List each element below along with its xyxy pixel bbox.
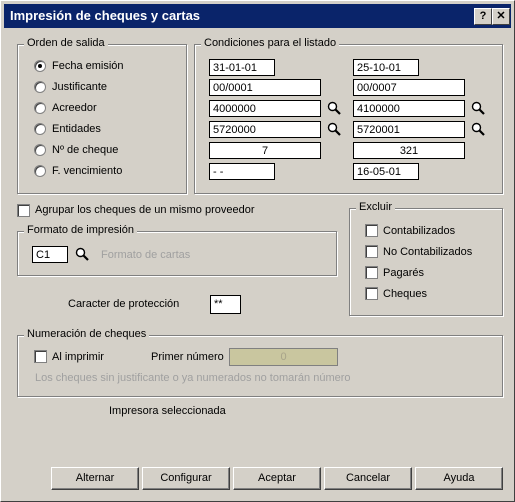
- cheque-hasta-field[interactable]: 321: [353, 142, 465, 159]
- search-icon[interactable]: [327, 122, 341, 136]
- search-icon[interactable]: [471, 101, 485, 115]
- cheque-desde-field[interactable]: 7: [209, 142, 321, 159]
- acreedor-desde-field[interactable]: 4000000: [209, 100, 321, 117]
- cancelar-button[interactable]: Cancelar: [324, 467, 412, 490]
- numeracion-group: Numeración de cheques: [17, 328, 503, 397]
- search-icon[interactable]: [471, 122, 485, 136]
- caracter-field[interactable]: **: [210, 295, 241, 314]
- radio-justificante[interactable]: [34, 81, 46, 93]
- excluir-pagares-checkbox[interactable]: [365, 266, 378, 279]
- excluir-cheques-label: Cheques: [383, 288, 428, 300]
- radio-entidades[interactable]: [34, 123, 46, 135]
- search-icon[interactable]: [327, 101, 341, 115]
- formato-desc: Formato de cartas: [101, 249, 191, 261]
- al-imprimir-label: Al imprimir: [52, 351, 104, 363]
- excluir-pagares-label: Pagarés: [383, 267, 424, 279]
- dialog-window: Impresión de cheques y cartas ? ✕ Orden …: [0, 0, 515, 502]
- excluir-no-contabilizados-label: No Contabilizados: [383, 246, 473, 258]
- title-bar: Impresión de cheques y cartas ? ✕: [4, 4, 511, 28]
- justificante-desde-field[interactable]: 00/0001: [209, 79, 321, 96]
- justificante-hasta-field[interactable]: 00/0007: [353, 79, 465, 96]
- radio-label-f-vencimiento: F. vencimiento: [52, 165, 123, 177]
- agrupar-label: Agrupar los cheques de un mismo proveedo…: [35, 204, 255, 216]
- numeracion-legend: Numeración de cheques: [24, 328, 150, 340]
- excluir-contabilizados-checkbox[interactable]: [365, 224, 378, 237]
- al-imprimir-checkbox[interactable]: [34, 350, 47, 363]
- caracter-label: Caracter de protección: [68, 298, 180, 310]
- excluir-no-contabilizados-checkbox[interactable]: [365, 245, 378, 258]
- radio-fecha-emision[interactable]: [34, 60, 46, 72]
- excluir-legend: Excluir: [356, 201, 396, 213]
- window-title: Impresión de cheques y cartas: [10, 8, 201, 23]
- radio-label-numero-cheque: Nº de cheque: [52, 144, 119, 156]
- orden-salida-legend: Orden de salida: [24, 37, 108, 49]
- primer-numero-field[interactable]: 0: [229, 348, 338, 366]
- search-icon[interactable]: [75, 247, 89, 261]
- radio-label-fecha-emision: Fecha emisión: [52, 60, 124, 72]
- entidad-desde-field[interactable]: 5720000: [209, 121, 321, 138]
- fecha-desde-field[interactable]: 31-01-01: [209, 59, 275, 76]
- radio-acreedor[interactable]: [34, 102, 46, 114]
- fecha-hasta-field[interactable]: 25-10-01: [353, 59, 419, 76]
- excluir-cheques-checkbox[interactable]: [365, 287, 378, 300]
- acreedor-hasta-field[interactable]: 4100000: [353, 100, 465, 117]
- vencimiento-hasta-field[interactable]: 16-05-01: [353, 163, 419, 180]
- close-button[interactable]: ✕: [492, 8, 510, 25]
- agrupar-checkbox[interactable]: [17, 204, 30, 217]
- radio-numero-cheque[interactable]: [34, 144, 46, 156]
- formato-legend: Formato de impresión: [24, 224, 137, 236]
- configurar-button[interactable]: Configurar: [142, 467, 230, 490]
- aceptar-button[interactable]: Aceptar: [233, 467, 321, 490]
- help-button[interactable]: ?: [474, 8, 492, 25]
- impresora-label: Impresora seleccionada: [109, 405, 226, 417]
- formato-code-field[interactable]: C1: [32, 246, 68, 263]
- radio-label-entidades: Entidades: [52, 123, 101, 135]
- condiciones-legend: Condiciones para el listado: [201, 37, 340, 49]
- radio-f-vencimiento[interactable]: [34, 165, 46, 177]
- radio-label-acreedor: Acreedor: [52, 102, 97, 114]
- primer-numero-label: Primer número: [151, 351, 224, 363]
- vencimiento-desde-field[interactable]: - -: [209, 163, 275, 180]
- excluir-contabilizados-label: Contabilizados: [383, 225, 456, 237]
- radio-label-justificante: Justificante: [52, 81, 108, 93]
- alternar-button[interactable]: Alternar: [51, 467, 139, 490]
- ayuda-button[interactable]: Ayuda: [415, 467, 503, 490]
- numeracion-note: Los cheques sin justificante o ya numera…: [35, 372, 351, 384]
- entidad-hasta-field[interactable]: 5720001: [353, 121, 465, 138]
